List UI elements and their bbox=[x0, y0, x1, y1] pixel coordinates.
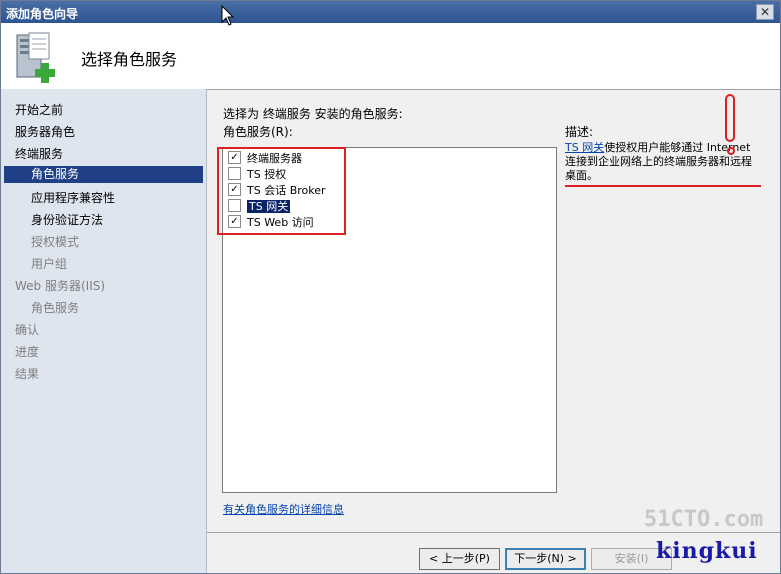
server-add-icon bbox=[11, 29, 63, 88]
description-heading: 描述: bbox=[565, 125, 594, 139]
nav-step-before-you-begin[interactable]: 开始之前 bbox=[15, 101, 63, 118]
nav-step-app-compatibility[interactable]: 应用程序兼容性 bbox=[31, 189, 115, 206]
add-roles-wizard-window: 添加角色向导 ✕ 选择角色服务 开始之前 服务器角色 终端服务 角色服务 应用程… bbox=[0, 0, 781, 574]
title-bar[interactable]: 添加角色向导 ✕ bbox=[1, 1, 780, 23]
nav-step-terminal-services[interactable]: 终端服务 bbox=[15, 145, 63, 162]
watermark-author: kingkui bbox=[656, 538, 758, 564]
window-title: 添加角色向导 bbox=[6, 7, 79, 21]
nav-step-role-services[interactable]: 角色服务 bbox=[4, 166, 203, 183]
nav-step-progress: 进度 bbox=[15, 345, 40, 359]
wizard-steps-nav: 开始之前 服务器角色 终端服务 角色服务 应用程序兼容性 身份验证方法 授权模式… bbox=[1, 89, 207, 573]
nav-step-web-role-services: 角色服务 bbox=[31, 301, 80, 315]
nav-step-web-server: Web 服务器(IIS) bbox=[15, 279, 106, 293]
role-services-label: 角色服务(R): bbox=[223, 125, 293, 139]
mouse-cursor-icon bbox=[221, 4, 235, 30]
instruction-text: 选择为 终端服务 安装的角色服务: bbox=[223, 107, 403, 121]
watermark-site: 51CTO.com bbox=[644, 507, 764, 532]
annotation-red-dot bbox=[727, 147, 735, 155]
next-button[interactable]: 下一步(N) > bbox=[505, 548, 586, 570]
annotation-red-oval bbox=[725, 94, 735, 142]
footer-divider bbox=[207, 532, 780, 533]
page-title: 选择角色服务 bbox=[81, 50, 178, 69]
more-info-link[interactable]: 有关角色服务的详细信息 bbox=[223, 501, 344, 517]
nav-step-authentication-method[interactable]: 身份验证方法 bbox=[31, 211, 103, 228]
close-button[interactable]: ✕ bbox=[756, 4, 774, 20]
back-button[interactable]: < 上一步(P) bbox=[419, 548, 500, 570]
nav-step-confirmation: 确认 bbox=[15, 323, 40, 337]
annotation-red-box bbox=[217, 147, 346, 235]
wizard-content: 选择为 终端服务 安装的角色服务: 角色服务(R): ✓ 终端服务器 TS 授权 … bbox=[207, 89, 780, 573]
nav-step-results: 结果 bbox=[15, 367, 40, 381]
nav-step-licensing-mode: 授权模式 bbox=[31, 235, 80, 249]
nav-step-user-groups: 用户组 bbox=[31, 257, 68, 271]
annotation-red-underline bbox=[565, 185, 761, 187]
description-link[interactable]: TS 网关 bbox=[565, 141, 604, 154]
wizard-header: 选择角色服务 bbox=[1, 23, 780, 90]
nav-step-server-roles[interactable]: 服务器角色 bbox=[15, 123, 75, 140]
